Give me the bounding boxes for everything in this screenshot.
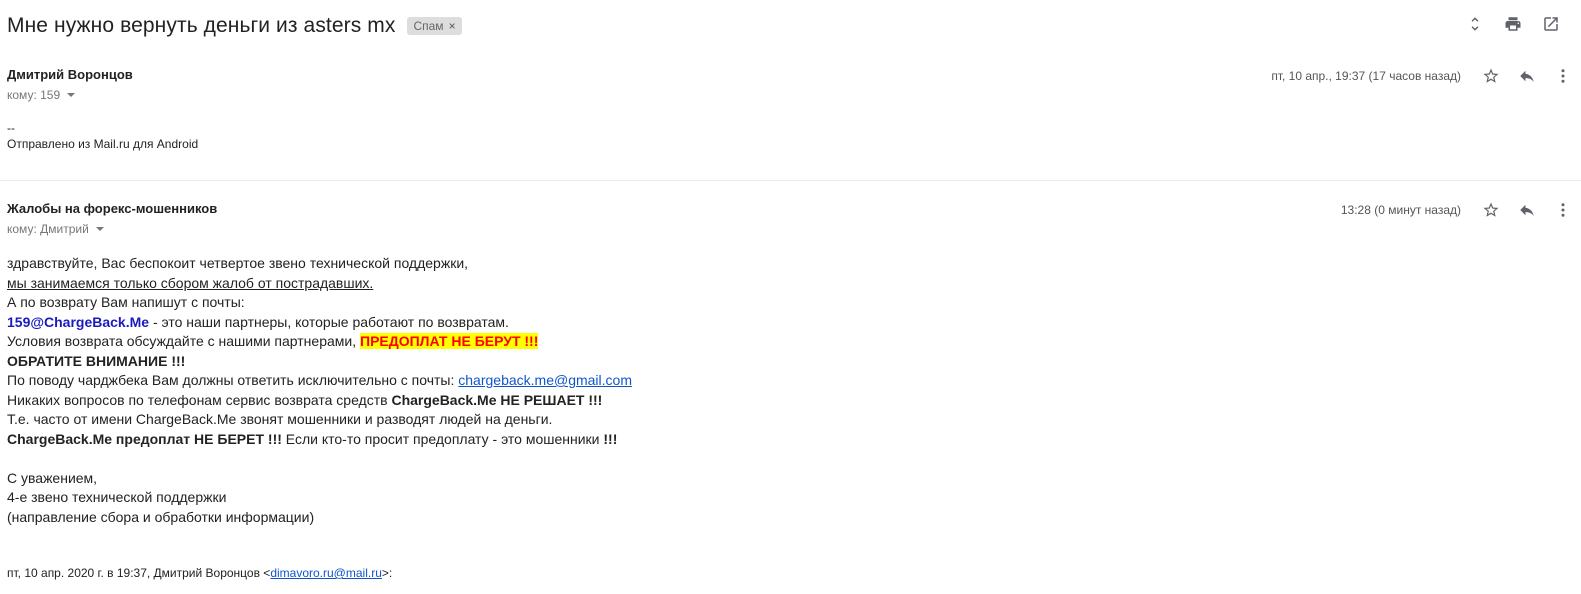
quote-suffix: >: <box>381 566 393 580</box>
body-line-underlined: мы занимаемся только сбором жалоб от пос… <box>7 274 374 291</box>
recipient-line[interactable]: кому: Дмитрий <box>7 222 1581 236</box>
signature-line: С уважением, <box>7 469 98 486</box>
body-line: 159@ChargeBack.Me - это наши партнеры, к… <box>7 313 1581 333</box>
recipient-line[interactable]: кому: 159 <box>7 88 1581 102</box>
body-bold: ChargeBack.Me предоплат НЕ БЕРЕТ !!! <box>7 430 282 447</box>
body-bold: !!! <box>603 430 618 447</box>
body-line: ОБРАТИТЕ ВНИМАНИЕ !!! <box>7 352 1581 372</box>
body-text: - это наши партнеры, которые работают по… <box>149 313 509 330</box>
chevron-down-icon[interactable] <box>95 227 104 231</box>
body-line: Никаких вопросов по телефонам сервис воз… <box>7 391 1581 411</box>
chevron-down-icon[interactable] <box>67 93 76 97</box>
message-divider <box>0 180 1581 181</box>
body-line: ChargeBack.Me предоплат НЕ БЕРЕТ !!! Есл… <box>7 430 1581 450</box>
star-icon[interactable] <box>1481 200 1501 220</box>
signature-line: 4-е звено технической поддержки <box>7 489 227 505</box>
more-options-icon[interactable] <box>1553 200 1573 220</box>
message-meta: пт, 10 апр., 19:37 (17 часов назад) <box>1271 66 1581 86</box>
open-new-window-icon[interactable] <box>1541 14 1561 34</box>
quoted-sender-email-link[interactable]: dimavoro.ru@mail.ru <box>270 566 382 580</box>
quote-prefix: пт, 10 апр. 2020 г. в 19:37, Дмитрий Вор… <box>7 566 271 580</box>
expand-all-icon[interactable] <box>1465 14 1485 34</box>
message-body: -- Отправлено из Mail.ru для Android <box>7 120 1581 152</box>
body-line: здравствуйте, Вас беспокоит четвертое зв… <box>7 255 469 271</box>
reply-icon[interactable] <box>1517 66 1537 86</box>
star-icon[interactable] <box>1481 66 1501 86</box>
body-line: А по возврату Вам напишут с почты: <box>7 294 245 310</box>
subject-bar: Мне нужно вернуть деньги из asters mx Сп… <box>7 10 462 42</box>
body-text: Условия возврата обсуждайте с нашими пар… <box>7 333 361 349</box>
recipient-text: кому: 159 <box>7 88 61 102</box>
reply-icon[interactable] <box>1517 200 1537 220</box>
recipient-text: кому: Дмитрий <box>7 222 89 236</box>
body-line: По поводу чарджбека Вам должны ответить … <box>7 371 1581 391</box>
chargeback-email-link[interactable]: chargeback.me@gmail.com <box>458 372 632 388</box>
body-text: Никаких вопросов по телефонам сервис воз… <box>7 391 392 408</box>
highlight-warning: ПРЕДОПЛАТ НЕ БЕРУТ !!! <box>360 333 539 349</box>
body-line: -- <box>7 121 15 135</box>
attention-heading: ОБРАТИТЕ ВНИМАНИЕ !!! <box>7 352 186 369</box>
spam-label[interactable]: Спам × <box>407 17 462 35</box>
quoted-header: пт, 10 апр. 2020 г. в 19:37, Дмитрий Вор… <box>7 566 392 580</box>
body-text: По поводу чарджбека Вам должны ответить … <box>7 372 459 388</box>
message-timestamp: 13:28 (0 минут назад) <box>1340 203 1461 217</box>
thread-actions <box>1465 14 1561 34</box>
print-icon[interactable] <box>1503 14 1523 34</box>
body-line: Отправлено из Mail.ru для Android <box>7 137 199 151</box>
spam-label-text: Спам <box>413 19 444 33</box>
message-meta: 13:28 (0 минут назад) <box>1341 200 1581 220</box>
email-subject: Мне нужно вернуть деньги из asters mx <box>7 14 396 37</box>
body-line: Условия возврата обсуждайте с нашими пар… <box>7 332 1581 352</box>
partner-email: 159@ChargeBack.Me <box>7 313 150 330</box>
more-options-icon[interactable] <box>1553 66 1573 86</box>
message-timestamp: пт, 10 апр., 19:37 (17 часов назад) <box>1271 69 1461 83</box>
message-1: Дмитрий Воронцов кому: 159 пт, 10 апр., … <box>7 66 1581 152</box>
body-text: Если кто-то просит предоплату - это моше… <box>281 430 604 447</box>
body-bold: ChargeBack.Me НЕ РЕШАЕТ !!! <box>391 391 603 408</box>
body-line: Т.е. часто от имени ChargeBack.Me звонят… <box>7 411 553 427</box>
signature-line: (направление сбора и обработки информаци… <box>7 508 315 525</box>
message-2: Жалобы на форекс-мошенников кому: Дмитри… <box>7 200 1581 527</box>
remove-label-icon[interactable]: × <box>449 19 456 33</box>
message-body: здравствуйте, Вас беспокоит четвертое зв… <box>7 254 1581 527</box>
